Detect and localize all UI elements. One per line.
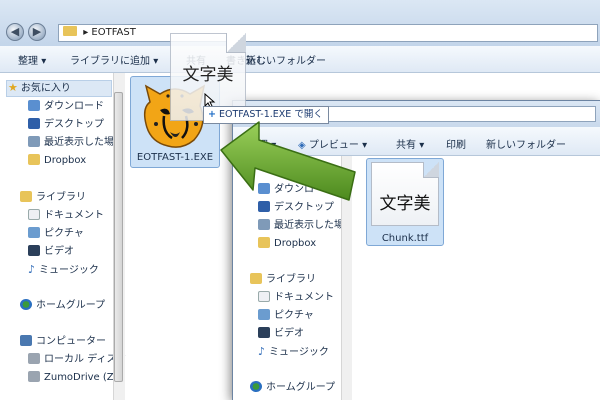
new-folder-button[interactable]: 新しいフォルダー	[246, 52, 326, 67]
dropbox-folder-icon	[28, 154, 40, 165]
music-note-icon: ♪	[258, 345, 266, 358]
page-fold	[226, 33, 246, 53]
address-bar[interactable]: ▸ EOTFAST	[58, 24, 598, 42]
sidebar-item-dropbox[interactable]: Dropbox	[28, 153, 86, 169]
pictures-icon	[258, 309, 270, 320]
documents-icon	[258, 291, 270, 302]
organize-button[interactable]: 整理 ▾	[18, 52, 46, 67]
download-folder-icon	[28, 100, 40, 111]
sidebar-item-homegroup[interactable]: ホームグループ	[20, 298, 105, 314]
plus-icon: +	[208, 109, 216, 120]
dropbox-folder-icon	[258, 237, 270, 248]
front-sidebar-item-music[interactable]: ♪ ミュージック	[258, 344, 329, 360]
homegroup-icon	[20, 299, 32, 310]
sidebar-item-recent[interactable]: 最近表示した場所	[28, 135, 124, 151]
forward-nav-button[interactable]: ▶	[28, 23, 46, 41]
sidebar-scrollbar-thumb[interactable]	[114, 92, 123, 382]
print-button[interactable]: 印刷	[446, 136, 466, 151]
font-preview-text: 文字美	[379, 194, 431, 214]
sidebar-item-zumodrive[interactable]: ZumoDrive (Z:)	[28, 370, 121, 386]
ttf-file-name: Chunk.ttf	[381, 233, 429, 244]
front-sidebar-item-dropbox[interactable]: Dropbox	[258, 236, 316, 252]
dropdown-arrow-icon: ▾	[153, 56, 159, 67]
sidebar-item-music[interactable]: ♪ ミュージック	[28, 262, 99, 278]
sidebar-item-videos[interactable]: ビデオ	[28, 244, 74, 260]
front-sidebar-item-videos[interactable]: ビデオ	[258, 326, 304, 342]
dropdown-arrow-icon: ▾	[41, 56, 47, 67]
dropdown-arrow-icon: ▾	[419, 140, 425, 151]
front-sidebar-item-documents[interactable]: ドキュメント	[258, 290, 334, 306]
sidebar-item-desktop[interactable]: デスクトップ	[28, 117, 104, 133]
folder-icon	[63, 26, 77, 36]
recent-places-icon	[258, 219, 270, 230]
front-sidebar-item-libraries[interactable]: ライブラリ	[250, 272, 316, 288]
drive-icon	[28, 353, 40, 364]
breadcrumb[interactable]: EOTFAST	[91, 27, 135, 38]
front-share-button[interactable]: 共有 ▾	[396, 136, 424, 151]
recent-places-icon	[28, 136, 40, 147]
front-new-folder-button[interactable]: 新しいフォルダー	[486, 136, 566, 151]
sidebar-item-computer[interactable]: コンピューター	[20, 334, 106, 350]
library-icon	[20, 191, 32, 202]
music-note-icon: ♪	[28, 263, 36, 276]
sidebar-item-libraries[interactable]: ライブラリ	[20, 190, 86, 206]
drive-icon	[28, 371, 40, 382]
page-fold	[423, 162, 439, 178]
sidebar-item-favorites[interactable]: ★ お気に入り	[8, 80, 71, 96]
front-sidebar-item-homegroup[interactable]: ホームグループ	[250, 380, 335, 396]
homegroup-icon	[250, 381, 262, 392]
computer-icon	[20, 335, 32, 346]
sidebar-item-pictures[interactable]: ピクチャ	[28, 226, 84, 242]
pictures-icon	[28, 227, 40, 238]
videos-icon	[28, 245, 40, 256]
sidebar-item-local-disk[interactable]: ローカル ディスク	[28, 352, 126, 368]
desktop-icon	[28, 118, 40, 129]
star-icon: ★	[8, 81, 18, 94]
library-icon	[250, 273, 262, 284]
sidebar-item-downloads[interactable]: ダウンロード	[28, 99, 104, 115]
add-to-library-button[interactable]: ライブラリに追加 ▾	[70, 52, 158, 67]
green-arrow-icon	[220, 121, 356, 201]
drag-ghost-text: 文字美	[182, 65, 234, 85]
front-sidebar-item-pictures[interactable]: ピクチャ	[258, 308, 314, 324]
front-sidebar-item-recent[interactable]: 最近表示した場所	[258, 218, 354, 234]
exe-file-name: EOTFAST-1.EXE	[136, 152, 214, 163]
videos-icon	[258, 327, 270, 338]
documents-icon	[28, 209, 40, 220]
sidebar-item-documents[interactable]: ドキュメント	[28, 208, 104, 224]
back-nav-button[interactable]: ◀	[6, 23, 24, 41]
